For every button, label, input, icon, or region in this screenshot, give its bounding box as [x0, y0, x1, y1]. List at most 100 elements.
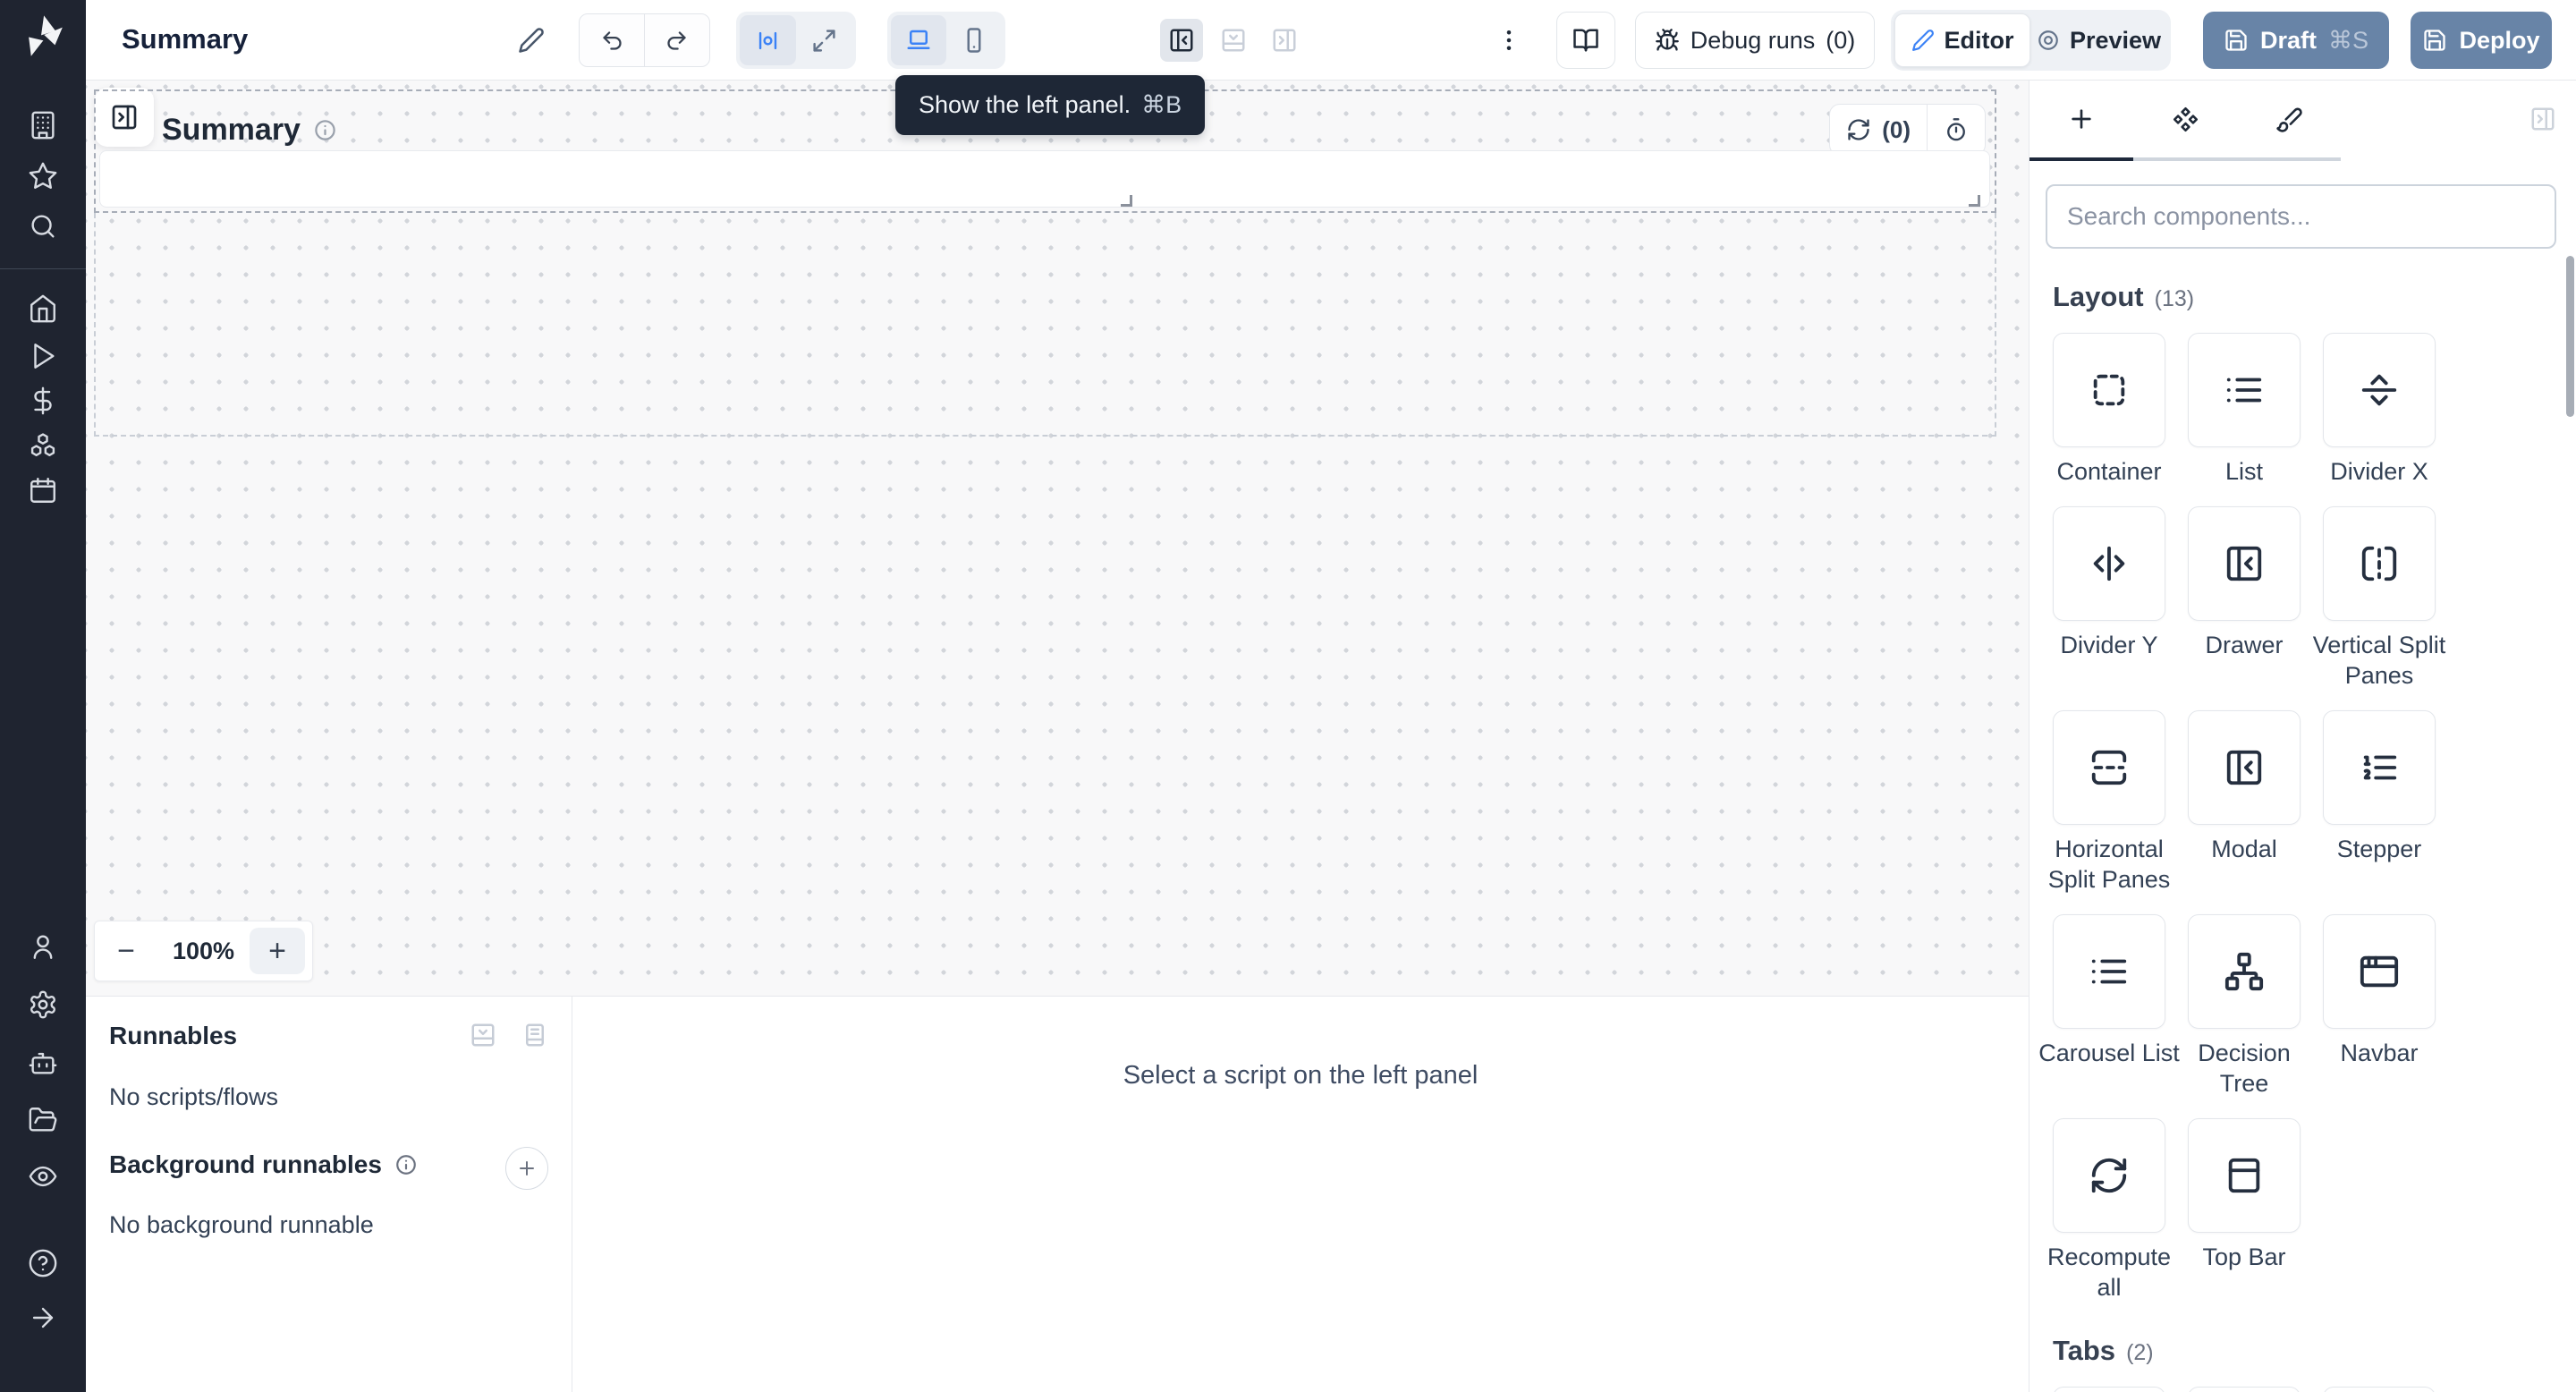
- centered-content-icon: [755, 28, 781, 54]
- component-card-decision-tree[interactable]: [2188, 914, 2301, 1029]
- sidebar-audit-logs-button[interactable]: [25, 1159, 61, 1194]
- sidebar-settings-button[interactable]: [25, 987, 61, 1023]
- add-background-runnable-button[interactable]: [505, 1147, 548, 1190]
- carousel-list-icon: [2089, 951, 2130, 992]
- component-card-stepper[interactable]: [2323, 710, 2436, 825]
- refresh-icon: [1846, 117, 1871, 142]
- info-icon[interactable]: [313, 118, 337, 142]
- editor-tab[interactable]: Editor: [1894, 13, 2030, 67]
- plus-icon: [516, 1158, 538, 1179]
- undo-button[interactable]: [580, 14, 644, 66]
- component-card[interactable]: [2323, 1387, 2436, 1392]
- component-label: Navbar: [2309, 1038, 2450, 1068]
- component-cell: Decision Tree: [2188, 914, 2301, 1099]
- full-width-button[interactable]: [796, 15, 852, 65]
- search-components-input[interactable]: [2046, 184, 2556, 249]
- resize-handle[interactable]: [1121, 195, 1132, 207]
- no-background-runnable-text: No background runnable: [109, 1211, 374, 1239]
- draft-shortcut: ⌘S: [2328, 27, 2368, 55]
- sidebar-folders-button[interactable]: [25, 1102, 61, 1138]
- recompute-all-button[interactable]: (0): [1830, 105, 1927, 155]
- app-canvas[interactable]: Summary (0) − 100% +: [86, 81, 2029, 996]
- sidebar-user-button[interactable]: [25, 929, 61, 964]
- tab-insert-component[interactable]: [2029, 81, 2133, 157]
- sidebar-home-button[interactable]: [25, 291, 61, 327]
- component-panel-tabs: [2029, 81, 2576, 161]
- sidebar-schedules-button[interactable]: [25, 472, 61, 508]
- component-cell: Horizontal Split Panes: [2053, 710, 2165, 895]
- windmill-logo-icon[interactable]: [18, 13, 68, 63]
- component-card-container[interactable]: [2053, 333, 2165, 447]
- runnables-panel: Runnables No scripts/flows Background ru…: [86, 997, 572, 1392]
- info-icon[interactable]: [394, 1153, 418, 1176]
- component-card-modal[interactable]: [2188, 710, 2301, 825]
- component-card-horizontal-split[interactable]: [2053, 710, 2165, 825]
- script-editor-placeholder: Select a script on the left panel: [572, 997, 2029, 1392]
- tab-component-styling[interactable]: [2237, 81, 2341, 157]
- component-label: Container: [2038, 456, 2180, 487]
- section-heading: Layout(13): [2053, 281, 2558, 313]
- timer-icon: [1944, 117, 1969, 142]
- editor-preview-toggle: Editor Preview: [1891, 10, 2171, 71]
- component-card-recompute-all[interactable]: [2053, 1118, 2165, 1233]
- component-card[interactable]: [2053, 1387, 2165, 1392]
- mobile-view-button[interactable]: [946, 15, 1002, 65]
- desktop-view-button[interactable]: [891, 15, 946, 65]
- toggle-right-panel-button[interactable]: [1263, 19, 1306, 62]
- canvas-zoom-control: − 100% +: [94, 921, 313, 981]
- component-card-divider-x[interactable]: [2323, 333, 2436, 447]
- debug-runs-label: Debug runs: [1690, 27, 1816, 55]
- summary-component-title: Summary: [162, 113, 301, 148]
- draft-button[interactable]: Draft ⌘S: [2203, 12, 2389, 69]
- component-card-vertical-split[interactable]: [2323, 506, 2436, 621]
- panel-left-icon: [1168, 27, 1195, 54]
- vertical-split-icon: [2359, 543, 2400, 584]
- schedule-recompute-button[interactable]: [1928, 105, 1985, 155]
- component-card-list[interactable]: [2188, 333, 2301, 447]
- component-icon: [2172, 106, 2199, 133]
- runnables-docs-button[interactable]: [521, 1022, 548, 1048]
- component-card-carousel-list[interactable]: [2053, 914, 2165, 1029]
- sidebar-search-button[interactable]: [25, 208, 61, 244]
- toggle-left-panel-button[interactable]: [1160, 19, 1203, 62]
- sidebar-workers-button[interactable]: [25, 1045, 61, 1081]
- sidebar-expand-button[interactable]: [25, 1300, 61, 1336]
- empty-component-slot[interactable]: [99, 150, 1990, 208]
- sidebar-resources-button[interactable]: [25, 428, 61, 463]
- component-card-top-bar[interactable]: [2188, 1118, 2301, 1233]
- collapse-runnables-button[interactable]: [470, 1022, 496, 1048]
- sidebar-runs-button[interactable]: [25, 338, 61, 374]
- component-cell: Navbar: [2323, 914, 2436, 1099]
- kebab-menu-icon: [1496, 27, 1522, 54]
- component-card[interactable]: [2188, 1387, 2301, 1392]
- sidebar-workspace-button[interactable]: [25, 107, 61, 143]
- deploy-button[interactable]: Deploy: [2411, 12, 2552, 69]
- sidebar-help-button[interactable]: [25, 1245, 61, 1281]
- edit-title-button[interactable]: [506, 15, 556, 65]
- component-cell: Stepper: [2323, 710, 2436, 895]
- collapse-right-panel-button[interactable]: [2529, 106, 2556, 132]
- tab-component-settings[interactable]: [2133, 81, 2237, 157]
- right-panel-scrollbar[interactable]: [2566, 256, 2574, 417]
- zoom-in-button[interactable]: +: [250, 928, 305, 974]
- docs-button[interactable]: [1556, 12, 1615, 69]
- debug-runs-button[interactable]: Debug runs (0): [1635, 12, 1875, 69]
- laptop-icon: [905, 27, 932, 54]
- divider-x-icon: [2359, 369, 2400, 411]
- preview-tab[interactable]: Preview: [2030, 13, 2167, 67]
- resize-handle[interactable]: [1969, 195, 1980, 207]
- sidebar-variables-button[interactable]: [25, 383, 61, 419]
- zoom-out-button[interactable]: −: [95, 934, 157, 969]
- sidebar: [0, 0, 86, 1392]
- component-card-drawer[interactable]: [2188, 506, 2301, 621]
- more-options-button[interactable]: [1484, 15, 1534, 65]
- toggle-bottom-panel-button[interactable]: [1212, 19, 1255, 62]
- panel-right-icon: [1271, 27, 1298, 54]
- component-card-divider-y[interactable]: [2053, 506, 2165, 621]
- sidebar-favorites-button[interactable]: [25, 158, 61, 194]
- component-card-navbar[interactable]: [2323, 914, 2436, 1029]
- centered-width-button[interactable]: [740, 15, 796, 65]
- zoom-level: 100%: [157, 938, 250, 965]
- summary-component-header: Summary: [162, 113, 337, 148]
- redo-button[interactable]: [645, 14, 709, 66]
